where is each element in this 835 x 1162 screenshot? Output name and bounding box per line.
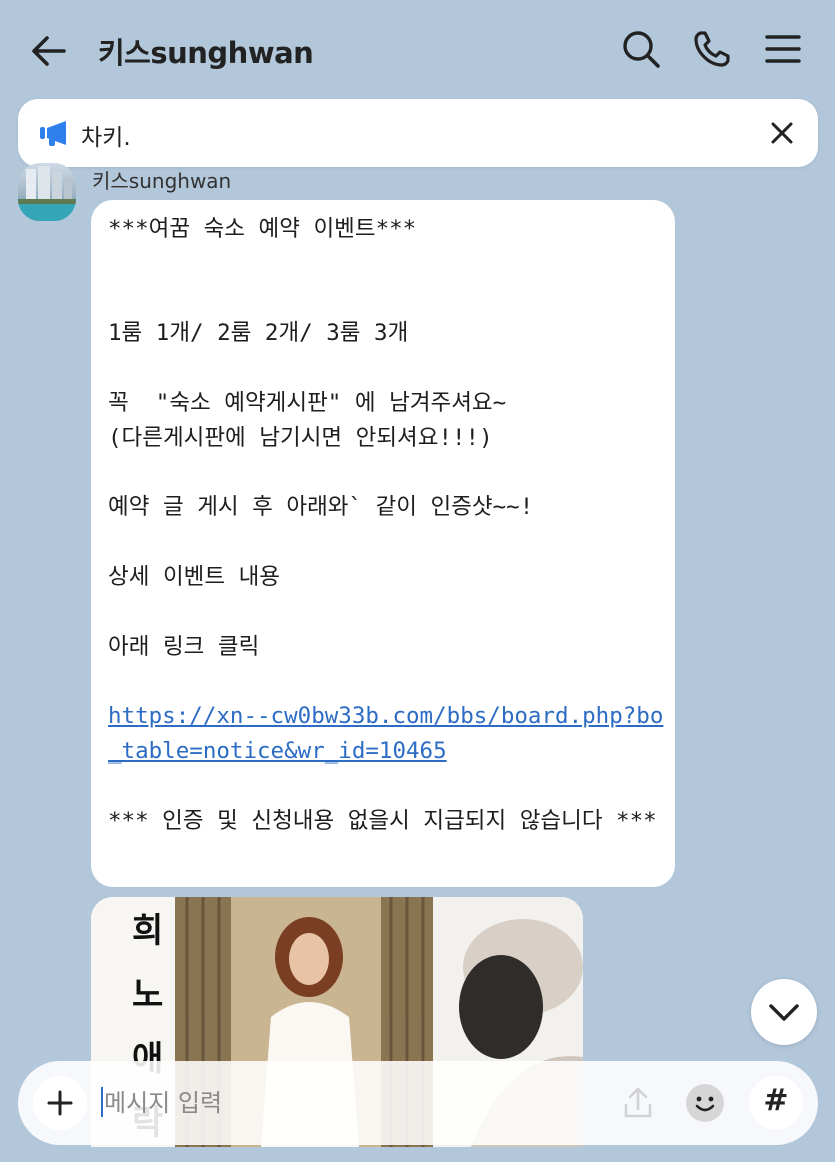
close-icon[interactable]	[768, 119, 796, 147]
notice-text: 차키.	[81, 125, 131, 151]
message-bubble[interactable]: ***여꿈 숙소 예약 이벤트*** 1룸 1개/ 2룸 2개/ 3룸 3개 꼭…	[91, 200, 675, 887]
calligraphy-char-1: 희	[132, 911, 164, 951]
emoticon-icon[interactable]	[685, 1083, 725, 1123]
pinned-notice-banner[interactable]: 차키.	[18, 99, 818, 167]
back-arrow-icon[interactable]	[28, 30, 70, 72]
share-icon[interactable]	[618, 1083, 658, 1123]
chevron-down-icon	[769, 1004, 799, 1021]
scroll-to-bottom-button[interactable]	[751, 979, 817, 1045]
chat-header: 키스sunghwan	[0, 0, 835, 100]
search-icon[interactable]	[620, 28, 662, 70]
message-text: ***여꿈 숙소 예약 이벤트*** 1룸 1개/ 2룸 2개/ 3룸 3개 꼭…	[108, 212, 668, 838]
phone-call-icon[interactable]	[691, 28, 733, 70]
megaphone-icon	[40, 121, 66, 146]
message-body-bottom: *** 인증 및 신청내용 없을시 지급되지 않습니다 ***	[108, 807, 657, 834]
chat-title: 키스sunghwan	[98, 36, 314, 70]
sender-avatar[interactable]	[18, 163, 76, 221]
plus-icon	[47, 1090, 73, 1116]
calligraphy-char-2: 노	[132, 975, 164, 1015]
sender-name: 키스sunghwan	[92, 169, 232, 193]
message-link[interactable]: https://xn--cw0bw33b.com/bbs/board.php?b…	[108, 703, 663, 764]
avatar-building-picture	[18, 166, 76, 221]
message-composer: #	[18, 1061, 818, 1145]
message-body-top: ***여꿈 숙소 예약 이벤트*** 1룸 1개/ 2룸 2개/ 3룸 3개 꼭…	[108, 216, 534, 660]
hashtag-search-button[interactable]: #	[749, 1076, 803, 1130]
attach-plus-button[interactable]	[33, 1076, 87, 1130]
message-input[interactable]	[102, 1082, 586, 1124]
hashtag-icon: #	[763, 1083, 789, 1118]
menu-icon[interactable]	[762, 28, 804, 70]
